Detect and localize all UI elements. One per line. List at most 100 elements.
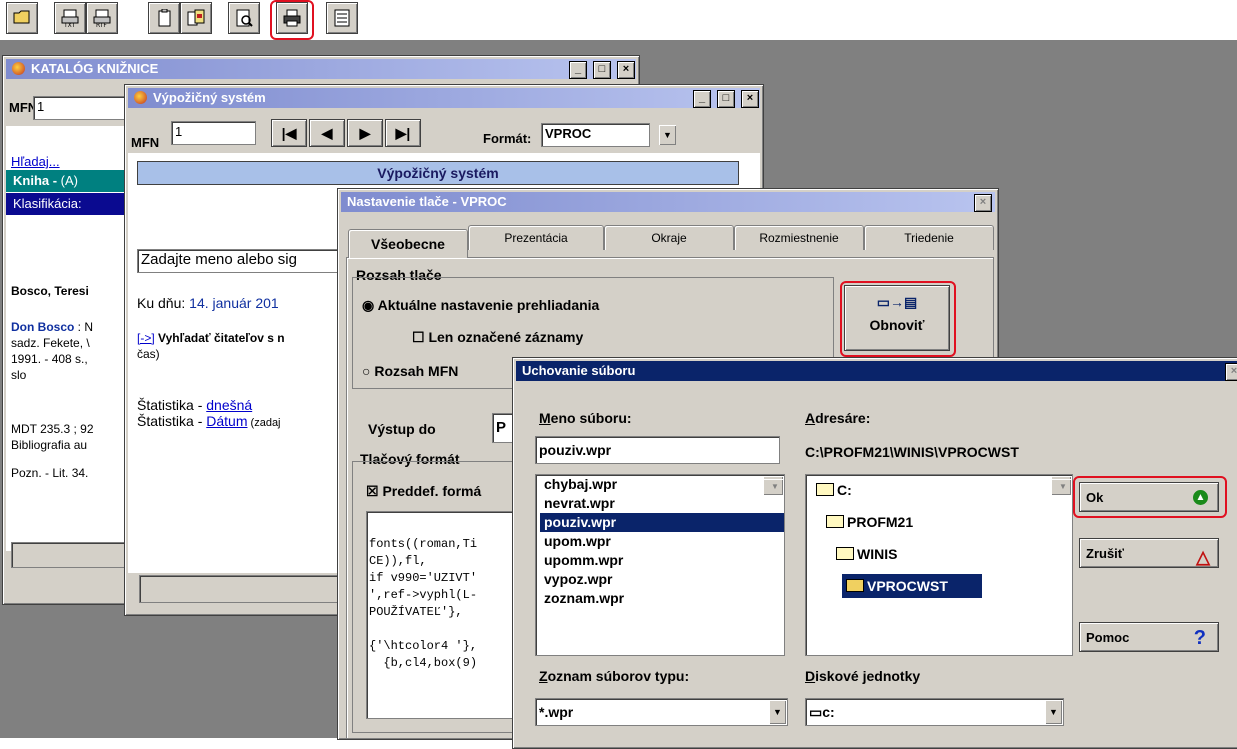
file-list-item[interactable]: nevrat.wpr [540,494,784,513]
mfn-field[interactable]: 1 [171,121,256,145]
file-list-item[interactable]: zoznam.wpr [540,589,784,608]
save-dialog-title: Uchovanie súboru [522,363,636,378]
file-list-item[interactable]: vypoz.wpr [540,570,784,589]
format-code-line: POUŽÍVATEĽ'}, [369,605,463,619]
format-code-line: {'\htcolor4 '}, [369,639,478,653]
format-code-area[interactable]: fonts((roman,Ti CE)),fl, if v990='UZIVT' ',… [366,511,530,719]
tab-vseobecne[interactable]: Všeobecne [348,229,468,258]
banner: Výpožičný systém [137,161,739,185]
record-author: Bosco, Teresi [11,284,89,298]
preview-icon[interactable] [228,2,260,34]
open-folder-icon[interactable] [6,2,38,34]
print-rtf-icon[interactable]: RTF [86,2,118,34]
scroll-down-icon[interactable]: ▼ [763,479,783,495]
vypoz-title: Výpožičný systém [153,90,266,105]
format-select[interactable]: VPROC [541,123,650,147]
ok-highlight [1073,476,1227,518]
dir-item-selected[interactable]: VPROCWST [842,574,982,598]
tab-triedenie[interactable]: Triedenie [864,225,994,250]
save-dialog-titlebar[interactable]: Uchovanie súboru [516,361,1237,381]
dir-item[interactable]: WINIS [832,545,897,564]
format-label: Formát: [483,131,532,146]
minimize-button[interactable]: _ [569,61,587,79]
cancel-button[interactable]: Zrušiť △ [1079,538,1219,568]
search-readers-line: [->] Vyhľadať čitateľov s n [137,331,285,345]
print-dialog-title: Nastavenie tlače - VPROC [347,194,507,209]
scroll-down-icon[interactable]: ▼ [1051,479,1071,495]
mfn-field[interactable]: 1 [33,96,126,120]
minimize-button[interactable]: _ [693,90,711,108]
vypoz-titlebar[interactable]: Výpožičný systém [128,88,760,108]
open-folder-icon [816,483,834,496]
opt-marked[interactable]: ☐ Len označené záznamy [412,329,583,346]
format-code-line: if v990='UZIVT' [369,571,478,585]
search-link[interactable]: Hľadaj... [11,154,60,169]
mfn-label: MFN [131,135,160,150]
tab-rozmiestnenie[interactable]: Rozmiestnenie [734,225,864,250]
opt-current[interactable]: ◉ Aktuálne nastavenie prehliadania [362,297,599,314]
vypoz-status-field [139,575,344,603]
copy-records-icon[interactable] [180,2,212,34]
dirs-label: Adresáre: [805,410,871,426]
help-icon: ? [1193,627,1206,649]
file-list-item[interactable]: chybaj.wpr [540,475,784,494]
close-button[interactable]: × [974,194,992,212]
dir-list[interactable]: C: PROFM21 WINIS VPROCWST ▲ ▼ [805,474,1073,656]
file-list-item[interactable]: upom.wpr [540,532,784,551]
dir-list-scrollbar[interactable]: ▲ ▼ [1051,476,1071,495]
svg-text:RTF: RTF [96,22,107,27]
save-file-dialog[interactable]: Uchovanie súboru × Meno súboru: pouziv.w… [512,357,1237,749]
last-record-button[interactable]: ▶| [385,119,421,147]
print-txt-icon[interactable]: TXT [54,2,86,34]
mdt-line: MDT 235.3 ; 92 [11,422,94,436]
open-folder-icon [826,515,844,528]
pozn-line: Pozn. - Lit. 34. [11,466,89,480]
format-code-line: ',ref->vyphl(L- [369,588,478,602]
filename-label: Meno súboru: [539,410,632,426]
output-label: Výstup do [368,421,436,437]
biblio-line: Bibliografia au [11,438,88,452]
opt-mfn[interactable]: ○ Rozsah MFN [362,363,458,379]
file-list-scrollbar[interactable]: ▲ ▼ [763,476,783,495]
filename-input[interactable]: pouziv.wpr [535,436,780,464]
format-code-line: CE)),fl, [369,554,427,568]
file-list-item[interactable]: pouziv.wpr [540,513,784,532]
open-folder-icon [846,579,864,592]
warning-icon: △ [1196,547,1210,567]
close-button[interactable]: × [617,61,635,79]
search-readers-line2: čas) [137,347,160,361]
predef-checkbox[interactable]: ☒ Preddef. formá [366,483,481,500]
file-list-item[interactable]: upomm.wpr [540,551,784,570]
drive-select[interactable]: ▭c: ▼ [805,698,1064,726]
maximize-button[interactable]: □ [593,61,611,79]
chevron-down-icon[interactable]: ▼ [1045,700,1062,724]
clipboard-icon[interactable] [148,2,180,34]
date-line: Ku dňu: 14. január 201 [137,295,279,311]
maximize-button[interactable]: □ [717,90,735,108]
next-record-button[interactable]: ▶ [347,119,383,147]
first-record-button[interactable]: |◀ [271,119,307,147]
chevron-down-icon[interactable]: ▼ [769,700,786,724]
file-list[interactable]: chybaj.wpr nevrat.wpr pouziv.wpr upom.wpr up… [535,474,785,656]
dir-item[interactable]: PROFM21 [822,513,913,532]
filetype-select[interactable]: *.wpr ▼ [535,698,788,726]
print-dialog-titlebar[interactable]: Nastavenie tlače - VPROC [341,192,995,212]
dir-item[interactable]: C: [812,481,852,500]
kniha-label: Kniha - (A) [13,173,79,188]
stat1-line: Štatistika - dnešná [137,397,253,413]
katalog-titlebar[interactable]: KATALÓG KNIŽNICE [6,59,636,79]
help-button[interactable]: Pomoc ? [1079,622,1219,652]
close-button[interactable]: × [741,90,759,108]
format-code-text: fonts((roman,Ti CE)),fl, if v990='UZIVT' ',… [367,512,529,672]
tab-prezentacia[interactable]: Prezentácia [468,225,604,250]
form-icon[interactable] [326,2,358,34]
tab-okraje[interactable]: Okraje [604,225,734,250]
format-code-line: fonts((roman,Ti [369,537,478,551]
refresh-highlight [840,281,956,357]
format-select-arrow[interactable]: ▼ [659,125,676,145]
close-button[interactable]: × [1225,363,1237,381]
name-prompt-field[interactable]: Zadajte meno alebo sig [137,249,342,273]
record-line3: 1991. - 408 s., [11,352,88,366]
katalog-title: KATALÓG KNIŽNICE [31,61,159,76]
prev-record-button[interactable]: ◀ [309,119,345,147]
